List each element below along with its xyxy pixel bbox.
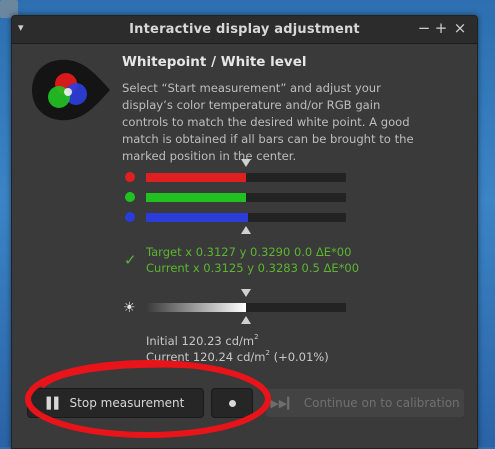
annotation-circle — [25, 360, 271, 438]
window-title: Interactive display adjustment — [129, 22, 360, 37]
rgb-logo-icon — [32, 59, 110, 121]
initial-unit-exponent: 2 — [254, 333, 259, 341]
continue-calibration-button[interactable]: ▶▶▎ Continue on to calibration — [265, 388, 465, 418]
match-check-icon: ✓ — [124, 251, 137, 269]
skip-forward-icon: ▶▶▎ — [270, 396, 296, 410]
rgb-target-marker-top — [241, 159, 251, 167]
green-gain-fill — [146, 193, 246, 202]
close-icon[interactable]: × — [452, 19, 468, 37]
blue-channel-dot — [125, 212, 135, 222]
luminance-bar — [146, 303, 346, 312]
section-heading: Whitepoint / White level — [122, 54, 307, 70]
current-readout: Current x 0.3125 y 0.3283 0.5 ΔE*00 — [146, 261, 360, 275]
luminance-target-marker-top — [241, 289, 251, 297]
blue-gain-fill — [146, 213, 248, 222]
luminance-fill — [146, 303, 246, 312]
blue-gain-bar — [146, 213, 346, 222]
maximize-icon[interactable]: + — [433, 19, 449, 37]
luminance-change: (+0.01%) — [269, 350, 329, 364]
brightness-icon: ☀ — [123, 300, 136, 316]
green-channel-dot — [125, 192, 135, 202]
target-readout: Target x 0.3127 y 0.3290 0.0 ΔE*00 — [146, 245, 352, 259]
red-gain-fill — [146, 173, 246, 182]
instructions-text: Select “Start measurement” and adjust yo… — [122, 81, 414, 163]
green-gain-bar — [146, 193, 346, 202]
continue-calibration-label: Continue on to calibration — [303, 396, 460, 410]
initial-luminance: Initial 120.23 cd/m2 — [146, 333, 259, 348]
luminance-target-marker-bottom — [241, 316, 251, 324]
rgb-target-marker-bottom — [241, 226, 251, 234]
red-gain-bar — [146, 173, 346, 182]
titlebar: ▾ Interactive display adjustment − + × — [12, 16, 477, 44]
minimize-icon[interactable]: − — [416, 19, 432, 37]
current-unit-exponent: 2 — [265, 349, 270, 357]
initial-luminance-value: Initial 120.23 cd/m — [146, 334, 255, 348]
red-channel-dot — [125, 172, 135, 182]
